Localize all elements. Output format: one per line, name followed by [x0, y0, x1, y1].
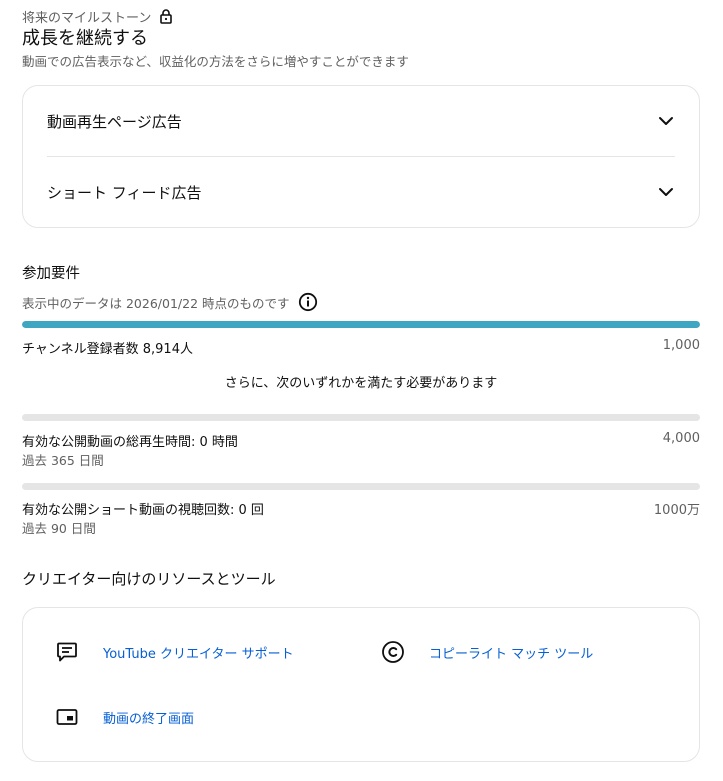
end-screen-link[interactable]: 動画の終了画面: [55, 705, 194, 729]
creator-support-link[interactable]: YouTube クリエイター サポート: [55, 640, 294, 664]
watch-hours-progress-bar: [22, 414, 700, 421]
chevron-down-icon[interactable]: [657, 183, 675, 201]
subscribers-target: 1,000: [662, 338, 700, 353]
milestone-label: 将来のマイルストーン: [22, 10, 152, 26]
shorts-feed-ads-label: ショート フィード広告: [47, 183, 202, 202]
subscribers-metric: チャンネル登録者数 8,914人 1,000: [22, 338, 700, 357]
subscribers-progress-bar: [22, 321, 700, 328]
milestone-header: 将来のマイルストーン: [22, 6, 173, 26]
support-chat-icon: [55, 640, 79, 664]
requirements-title: 参加要件: [22, 266, 80, 282]
copyright-match-label[interactable]: コピーライト マッチ ツール: [429, 643, 593, 662]
lock-icon: [159, 8, 173, 24]
shorts-views-target: 1000万: [653, 503, 700, 518]
end-screen-label[interactable]: 動画の終了画面: [103, 708, 194, 727]
watch-hours-label: 有効な公開動画の総再生時間: 0 時間: [22, 435, 238, 450]
creator-support-label[interactable]: YouTube クリエイター サポート: [103, 643, 294, 662]
copyright-icon: [381, 640, 405, 664]
page-subtitle: 動画での広告表示など、収益化の方法をさらに増やすことができます: [22, 54, 409, 69]
shorts-feed-ads-row[interactable]: ショート フィード広告: [47, 157, 675, 227]
subscribers-progress-fill: [22, 321, 700, 328]
page-title: 成長を継続する: [22, 28, 148, 49]
watch-page-ads-row[interactable]: 動画再生ページ広告: [47, 86, 675, 156]
resources-card: YouTube クリエイター サポート コピーライト マッチ ツール 動画の終了…: [22, 607, 700, 762]
chevron-down-icon[interactable]: [657, 112, 675, 130]
ads-formats-card: 動画再生ページ広告 ショート フィード広告: [22, 85, 700, 228]
shorts-views-metric: 有効な公開ショート動画の視聴回数: 0 回 1000万: [22, 499, 700, 518]
watch-hours-period: 過去 365 日間: [22, 453, 104, 468]
subscribers-label: チャンネル登録者数 8,914人: [22, 342, 193, 357]
shorts-views-period: 過去 90 日間: [22, 521, 96, 536]
watch-hours-target: 4,000: [662, 431, 700, 446]
data-date-note: 表示中のデータは 2026/01/22 時点のものです: [22, 295, 290, 311]
copyright-match-link[interactable]: コピーライト マッチ ツール: [381, 640, 593, 664]
shorts-views-label: 有効な公開ショート動画の視聴回数: 0 回: [22, 503, 264, 518]
data-date-row: 表示中のデータは 2026/01/22 時点のものです: [22, 292, 318, 312]
either-requirement-note: さらに、次のいずれかを満たす必要があります: [224, 376, 498, 391]
end-screen-icon: [55, 705, 79, 729]
watch-hours-metric: 有効な公開動画の総再生時間: 0 時間 4,000: [22, 431, 700, 450]
shorts-views-progress-bar: [22, 483, 700, 490]
info-icon[interactable]: [298, 292, 318, 312]
watch-page-ads-label: 動画再生ページ広告: [47, 112, 182, 131]
resources-title: クリエイター向けのリソースとツール: [22, 570, 276, 588]
